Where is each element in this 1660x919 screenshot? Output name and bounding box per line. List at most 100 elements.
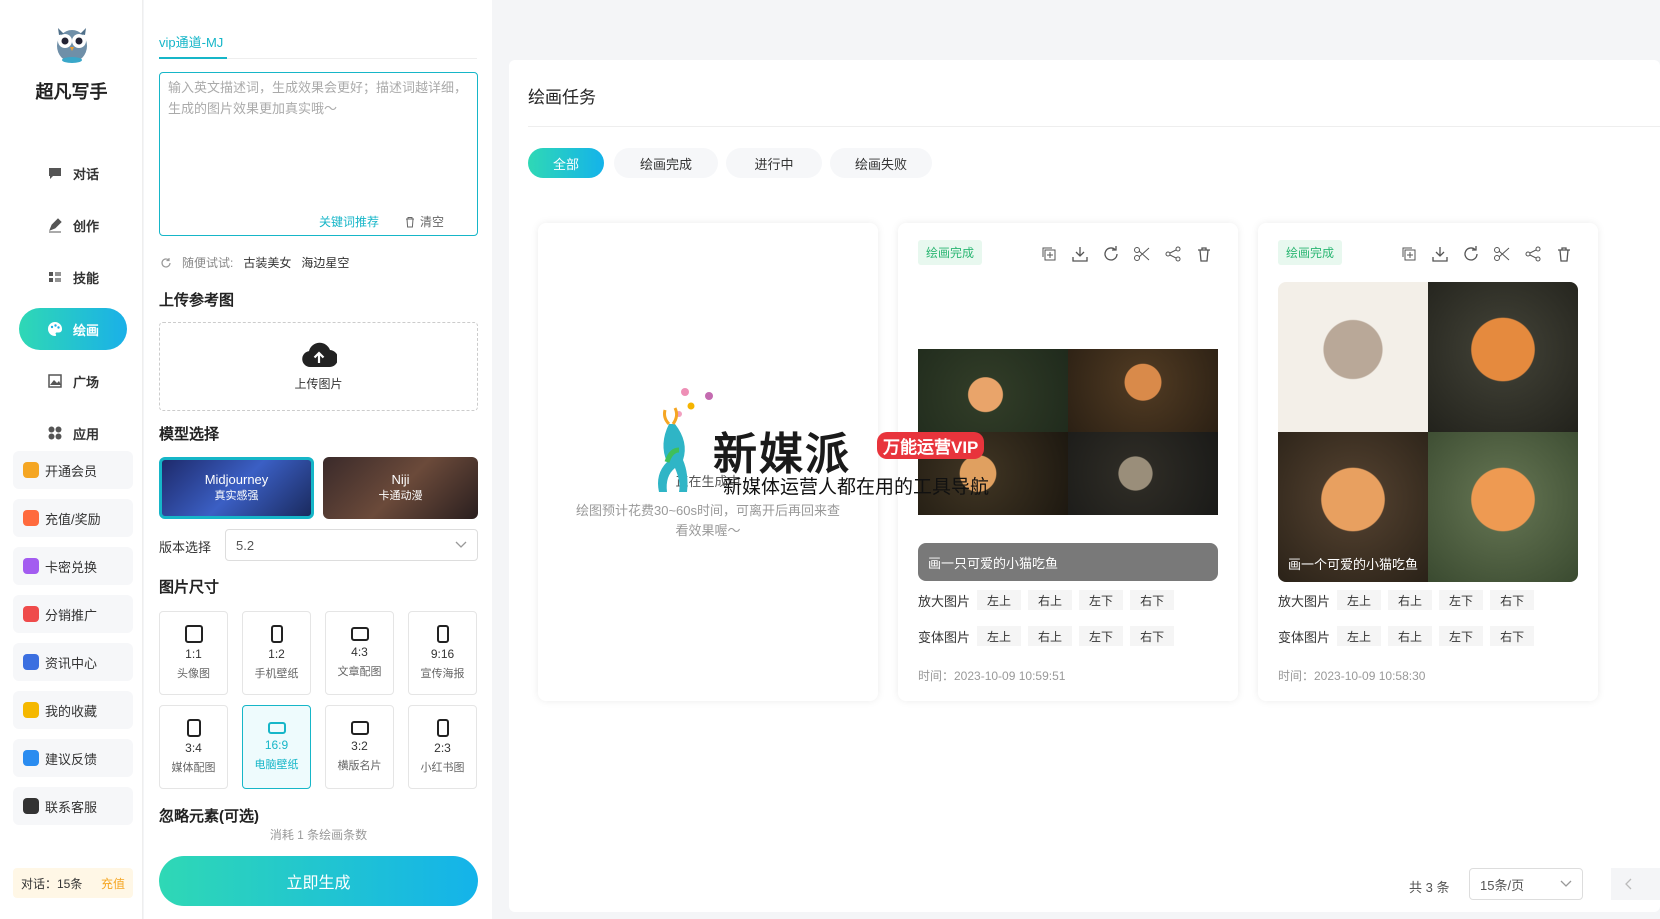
side-button[interactable]: 资讯中心 [13,643,133,681]
size-option[interactable]: 9:16 宣传海报 [408,611,477,695]
upscale-button[interactable]: 左下 [1079,590,1124,610]
version-value: 5.2 [236,537,255,553]
page-size-select[interactable]: 15条/页 [1469,868,1583,900]
side-button[interactable]: 联系客服 [13,787,133,825]
recharge-link[interactable]: 充值 [101,875,125,892]
variation-button[interactable]: 右上 [1388,626,1433,646]
size-ratio: 16:9 [264,738,289,752]
nav-item-image[interactable]: 广场 [19,360,127,402]
try-item[interactable]: 古装美女 [243,254,291,271]
model-name: Niji [391,472,410,487]
side-button[interactable]: 分销推广 [13,595,133,633]
try-item[interactable]: 海边星空 [301,254,349,271]
variation-button[interactable]: 左上 [977,626,1022,646]
variation-button[interactable]: 右下 [1130,626,1175,646]
size-option[interactable]: 4:3 文章配图 [325,611,394,695]
upscale-button[interactable]: 右下 [1130,590,1175,610]
cat-image [1278,282,1428,432]
delete-icon[interactable] [1555,245,1573,263]
upscale-button[interactable]: 左下 [1439,590,1484,610]
upscale-label: 放大图片 [918,593,971,609]
nav-item-pen[interactable]: 创作 [19,204,127,246]
download-icon[interactable] [1071,245,1089,263]
keyword-recommend-button[interactable]: 关键词推荐 [319,213,379,230]
aspect-ratio-icon [186,719,201,737]
model-niji[interactable]: Niji 卡通动漫 [323,457,478,519]
upload-area[interactable]: 上传图片 [159,322,478,411]
filter-tab[interactable]: 进行中 [726,148,822,178]
version-select[interactable]: 5.2 [225,529,478,561]
title-divider [528,126,1660,127]
size-name: 媒体配图 [171,762,216,774]
side-button-label: 联系客服 [45,799,98,815]
share-icon[interactable] [1164,245,1182,263]
nav-item-apps[interactable]: 应用 [19,412,127,454]
download-icon[interactable] [1431,245,1449,263]
size-option[interactable]: 3:4 媒体配图 [159,705,228,789]
side-button-label: 分销推广 [45,607,98,623]
size-option[interactable]: 2:3 小红书图 [408,705,477,789]
scissors-icon[interactable] [1133,245,1151,263]
variation-row: 变体图片 左上 右上 左下 右下 [918,626,1175,646]
model-title: 模型选择 [159,426,220,443]
refresh-icon[interactable] [1102,245,1120,263]
nav-item-palette[interactable]: 绘画 [19,308,127,350]
side-button-label: 开通会员 [45,463,98,479]
status-badge: 绘画完成 [918,240,983,265]
size-name: 宣传海报 [420,668,465,680]
prompt-input[interactable]: 输入英文描述词，生成效果会更好；描述词越详细，生成的图片效果更加真实哦～ [159,72,478,236]
side-button[interactable]: 建议反馈 [13,739,133,777]
side-button-icon [23,798,39,814]
result-image-grid[interactable] [1278,282,1578,582]
side-button[interactable]: 卡密兑换 [13,547,133,585]
nav-item-label: 技能 [72,270,99,286]
side-button-label: 充值/奖励 [45,511,101,527]
variation-button[interactable]: 左上 [1337,626,1382,646]
nav-item-chat[interactable]: 对话 [19,152,127,194]
filter-tab[interactable]: 全部 [528,148,604,178]
share-icon[interactable] [1524,245,1542,263]
scissors-icon[interactable] [1493,245,1511,263]
side-button[interactable]: 开通会员 [13,451,133,489]
size-name: 文章配图 [337,666,382,678]
prompt-caption: 画一只可爱的小猫吃鱼 [918,543,1218,581]
variation-label: 变体图片 [1278,629,1331,645]
delete-icon[interactable] [1195,245,1213,263]
refresh-icon[interactable] [1462,245,1480,263]
side-button[interactable]: 充值/奖励 [13,499,133,537]
chevron-down-icon [1560,880,1572,887]
nav-item-list[interactable]: 技能 [19,256,127,298]
upscale-button[interactable]: 左上 [1337,590,1382,610]
size-option[interactable]: 3:2 横版名片 [325,705,394,789]
clear-button[interactable]: 清空 [404,213,444,230]
model-midjourney[interactable]: Midjourney 真实感强 [159,457,314,519]
tab-vip-mj[interactable]: vip通道-MJ [159,32,223,51]
aspect-ratio-icon [436,625,449,643]
filter-tab[interactable]: 绘画完成 [614,148,718,178]
side-button[interactable]: 我的收藏 [13,691,133,729]
owl-logo-icon [57,28,87,63]
page-size-value: 15条/页 [1480,877,1525,893]
upscale-button[interactable]: 右下 [1490,590,1535,610]
ignore-title: 忽略元素(可选) [159,808,259,825]
nav-item-label: 广场 [72,374,99,390]
generate-button[interactable]: 立即生成 [159,856,478,906]
variation-button[interactable]: 右上 [1028,626,1073,646]
variation-button[interactable]: 左下 [1079,626,1124,646]
filter-tab[interactable]: 绘画失败 [830,148,932,178]
size-option[interactable]: 1:2 手机壁纸 [242,611,311,695]
size-option[interactable]: 1:1 头像图 [159,611,228,695]
variation-button[interactable]: 右下 [1490,626,1535,646]
variation-button[interactable]: 左下 [1439,626,1484,646]
copy-icon[interactable] [1400,245,1418,263]
upscale-button[interactable]: 右上 [1028,590,1073,610]
size-option[interactable]: 16:9 电脑壁纸 [242,705,311,789]
cat-image [1068,432,1218,515]
upscale-button[interactable]: 左上 [977,590,1022,610]
copy-icon[interactable] [1040,245,1058,263]
upscale-row: 放大图片 左上 右上 左下 右下 [1278,590,1535,610]
upscale-button[interactable]: 右上 [1388,590,1433,610]
prev-page-button[interactable] [1611,868,1660,900]
model-sub: 真实感强 [214,490,259,502]
try-label: 随便试试: [182,256,234,270]
